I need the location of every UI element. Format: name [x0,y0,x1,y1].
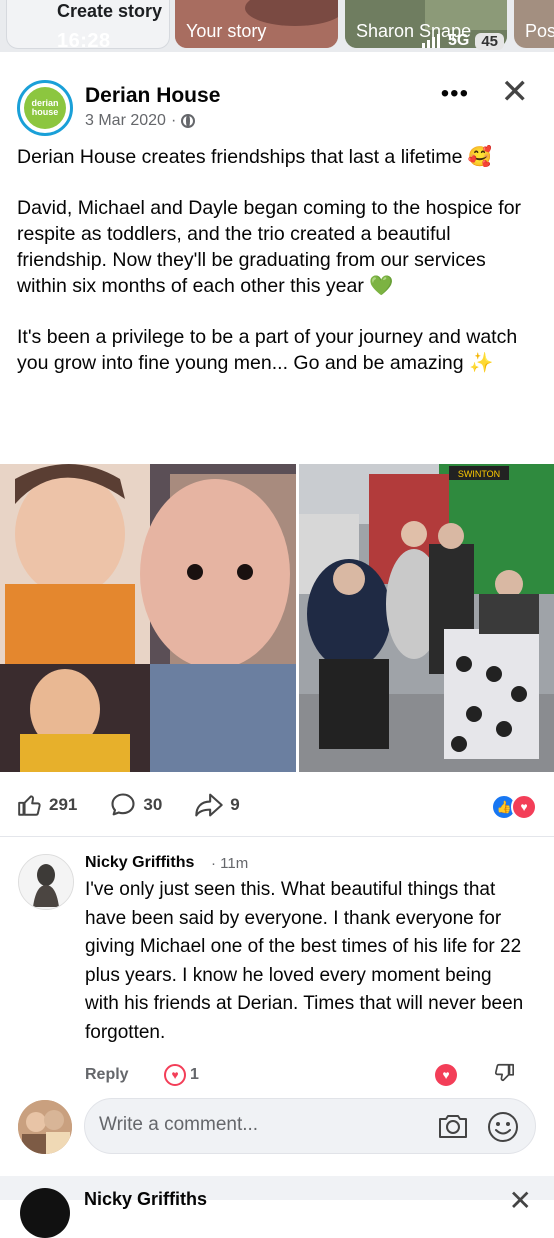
story-yours-label: Your story [186,21,267,41]
my-avatar-image [18,1100,72,1154]
like-count: 291 [49,795,78,814]
share-button[interactable]: 9 [194,791,240,819]
bus-sign: SWINTON [458,469,500,479]
status-time: 16:28 [57,30,111,52]
post-actions: 291 30 9 👍 ♥ [17,790,537,820]
commenter-avatar[interactable] [18,854,74,910]
more-icon[interactable]: ••• [441,80,469,108]
page-avatar[interactable]: derian house [17,80,73,136]
comment-time: · 11m [211,855,249,872]
close-icon[interactable]: ✕ [509,1184,532,1217]
smiley-glyph [488,1112,518,1142]
like-button[interactable]: 291 [17,792,77,818]
love-reaction-icon: ♥ [511,794,537,820]
photo-collage [0,464,296,772]
page-logo: derian house [24,87,66,129]
comment-reaction-summary[interactable]: ♥ 1 [164,1064,199,1086]
post-date[interactable]: 3 Mar 2020 [85,112,166,130]
heart-icon: ♥ [164,1064,186,1086]
post-header: derian house Derian House 3 Mar 2020 · •… [17,73,537,140]
story-create-label: Create story [57,1,163,21]
photo-group: SWINTON [299,464,554,772]
close-icon[interactable]: ✕ [501,72,530,112]
post-card: derian house Derian House 3 Mar 2020 · •… [0,60,554,1176]
camera-glyph [439,1115,467,1138]
my-avatar[interactable] [18,1100,72,1154]
status-indicators: 5G 45 [421,32,504,50]
post-paragraph: It's been a privilege to be a part of yo… [17,326,518,374]
comment-input[interactable]: Write a comment... [99,1114,258,1136]
post-photo-bus-museum[interactable]: SWINTON [299,464,554,772]
thumbs-down-icon[interactable] [493,1062,515,1090]
story-yours[interactable]: Your story [175,0,338,48]
meta-separator: · [170,112,177,129]
post-paragraph: David, Michael and Dayle began coming to… [17,197,522,297]
comment-text: I've only just seen this. What beautiful… [85,879,524,1043]
share-icon [195,793,224,817]
camera-icon[interactable] [437,1112,469,1145]
comments-divider [0,836,554,837]
thumbs-down-glyph [494,1063,514,1082]
globe-icon [181,114,196,128]
comment-composer[interactable]: Write a comment... [84,1098,536,1154]
stories-strip: Create story Your story Sharon Snape Pos… [0,0,554,52]
comment-reaction-count: 1 [190,1066,199,1083]
comment-icon [111,793,135,816]
comment-count: 30 [143,795,163,814]
story-pos[interactable]: Pos [514,0,554,48]
post-meta: 3 Mar 2020 · [85,112,196,130]
smiley-icon[interactable] [487,1111,519,1148]
network-label: 5G [447,32,470,49]
post-body: Derian House creates friendships that la… [17,144,537,401]
story-pos-label: Pos [525,21,554,41]
commenter-avatar-image [19,855,73,909]
comment-button[interactable]: 30 [109,791,162,819]
next-post-avatar[interactable] [20,1188,70,1238]
comment-time-value: 11m [220,855,249,872]
reply-button[interactable]: Reply [85,1066,129,1084]
comment-love-icon[interactable]: ♥ [435,1064,457,1086]
post-photo-childhood[interactable] [0,464,296,772]
comment-author[interactable]: Nicky Griffiths [85,854,194,872]
like-icon [18,795,41,816]
share-count: 9 [230,795,240,814]
battery-level: 45 [475,32,504,50]
post-paragraph: Derian House creates friendships that la… [17,146,493,168]
signal-icon [421,34,440,48]
reaction-summary[interactable]: 👍 ♥ [491,794,537,820]
page-name[interactable]: Derian House [85,84,220,108]
